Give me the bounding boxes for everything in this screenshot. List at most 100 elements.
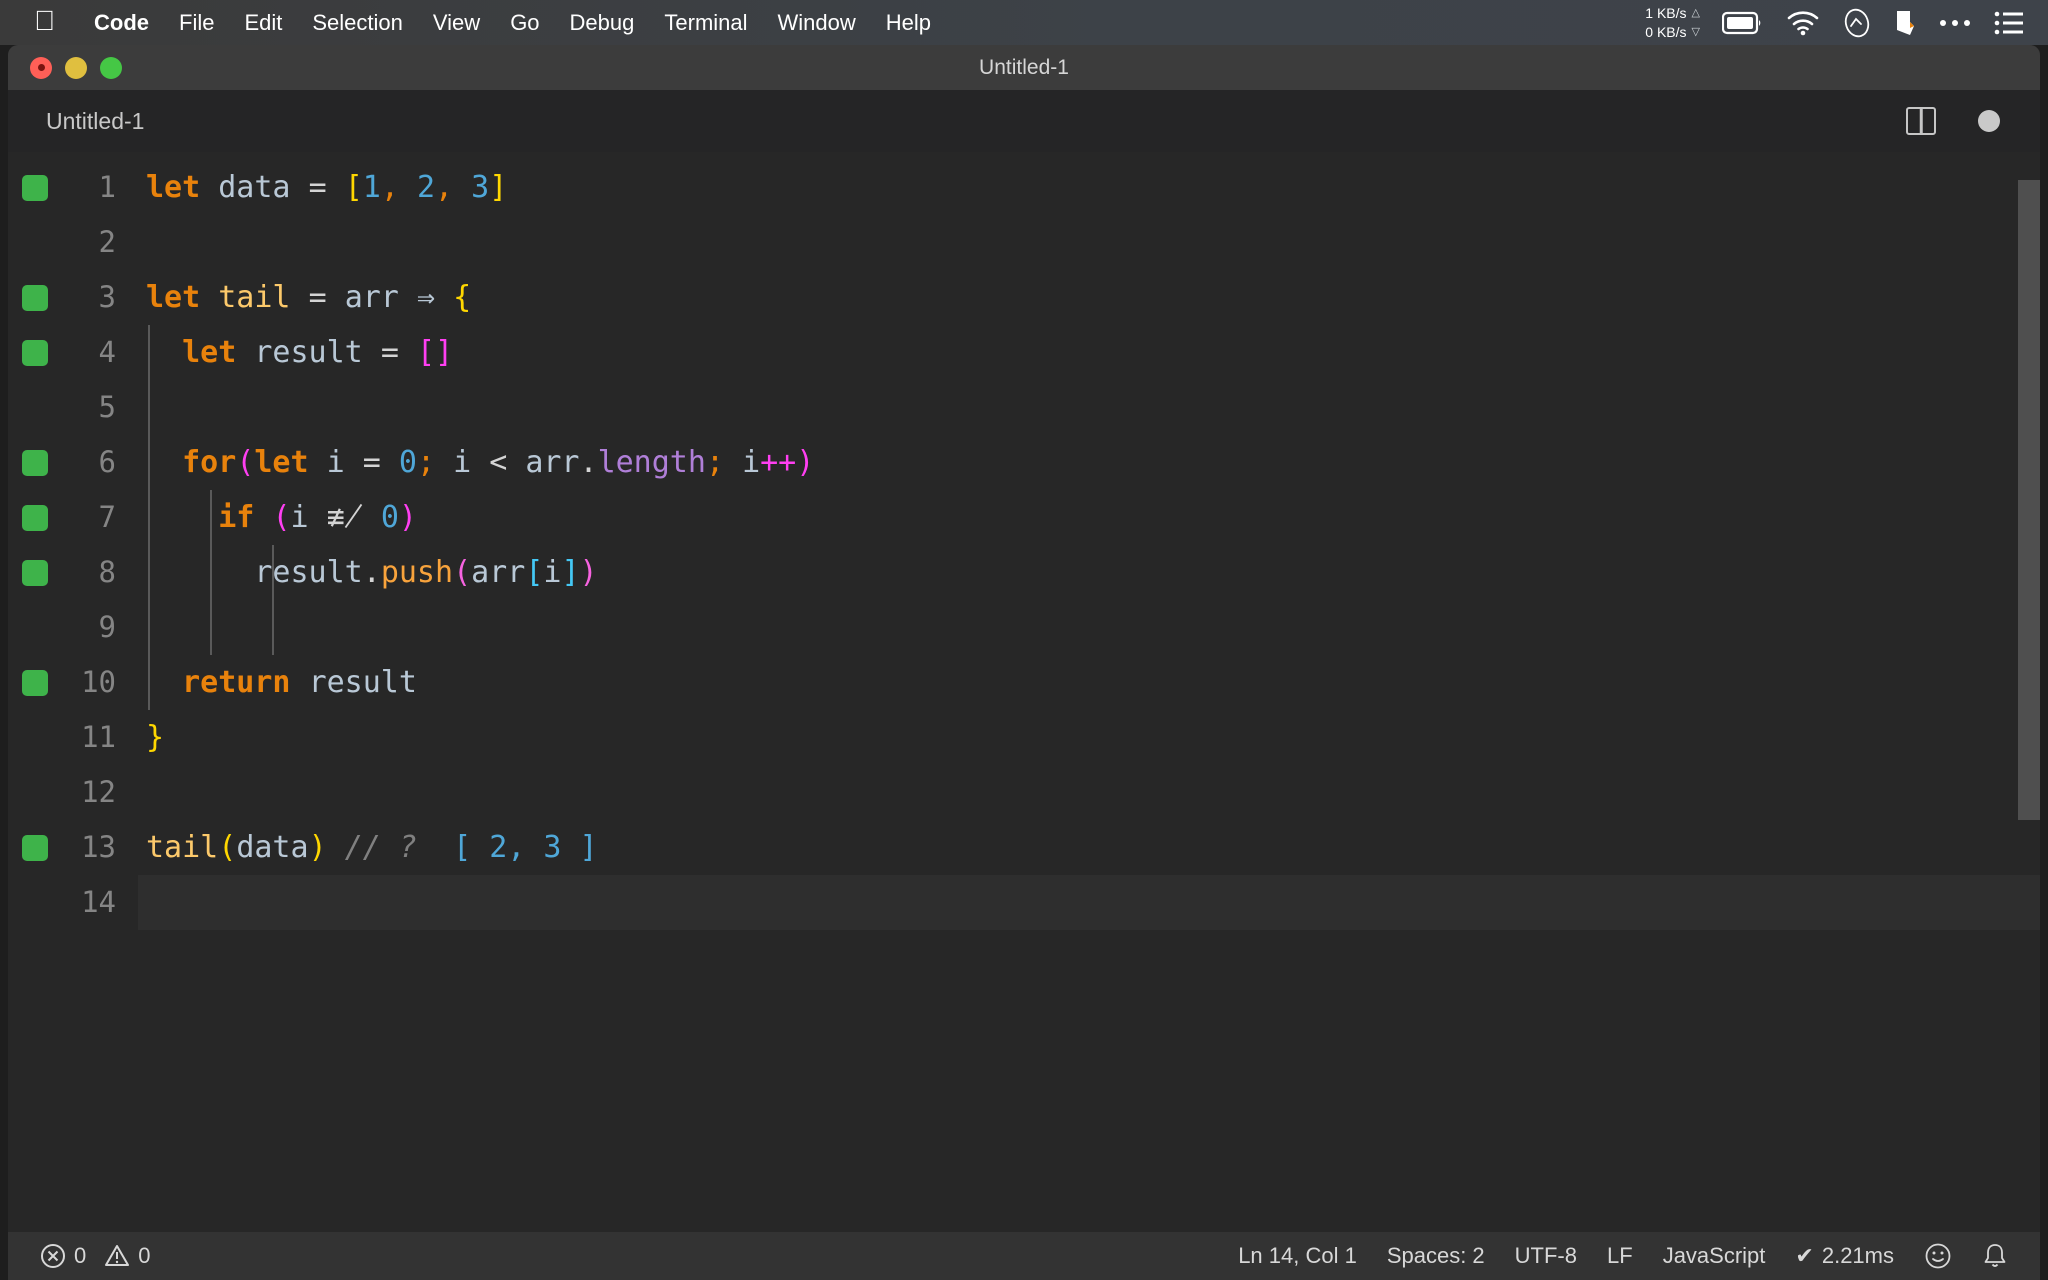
execution-marker-icon[interactable] [22, 284, 48, 311]
unsaved-dot-icon[interactable] [1978, 110, 2000, 132]
maximize-button[interactable] [100, 56, 122, 79]
apple-logo-icon[interactable]:  [34, 6, 55, 39]
control-center-icon[interactable] [1994, 11, 2024, 35]
execution-marker-icon[interactable] [22, 504, 48, 531]
runtime-indicator[interactable]: ✔ 2.21ms [1795, 1243, 1894, 1269]
code-token: ] [561, 555, 580, 590]
menu-item-edit[interactable]: Edit [229, 10, 297, 36]
code-token: 0 [380, 500, 399, 535]
code-line[interactable]: 4 let result = [] [8, 325, 2040, 380]
execution-marker-icon[interactable] [22, 559, 48, 586]
indentation-setting[interactable]: Spaces: 2 [1387, 1243, 1485, 1269]
menu-item-help[interactable]: Help [871, 10, 946, 36]
eol-setting[interactable]: LF [1607, 1243, 1633, 1269]
code-editor[interactable]: 1 let data = [1, 2, 3] 2 3 let tail = arr ⇒ … [8, 152, 2040, 1232]
code-line-content [138, 875, 2040, 930]
code-line[interactable]: 13 tail(data) // ? [ 2, 3 ] [8, 820, 2040, 875]
tab-label: Untitled-1 [46, 107, 145, 134]
runtime-duration: 2.21ms [1821, 1243, 1894, 1268]
code-lines-container: 1 let data = [1, 2, 3] 2 3 let tail = arr ⇒ … [8, 152, 2040, 930]
ellipsis-icon[interactable] [1938, 17, 1972, 29]
indent-guide [148, 380, 150, 435]
code-token: ( [272, 500, 291, 535]
code-token: 0 [398, 445, 417, 480]
code-line[interactable]: 6 for(let i = 0; i < arr.length; i++) [8, 435, 2040, 490]
code-line[interactable]: 9 [8, 600, 2040, 655]
execution-marker-icon[interactable] [22, 669, 48, 696]
menu-item-debug[interactable]: Debug [555, 10, 650, 36]
execution-marker-icon[interactable] [22, 174, 48, 201]
line-number: 12 [81, 775, 116, 809]
editor-scrollbar[interactable] [2018, 152, 2040, 1232]
scrollbar-thumb[interactable] [2018, 180, 2040, 820]
code-token: 3 [471, 170, 490, 205]
code-token: ) [398, 500, 417, 535]
code-line[interactable]: 1 let data = [1, 2, 3] [8, 160, 2040, 215]
code-line[interactable]: 3 let tail = arr ⇒ { [8, 270, 2040, 325]
minimize-button[interactable] [65, 56, 87, 79]
language-mode[interactable]: JavaScript [1663, 1243, 1766, 1269]
menu-item-go[interactable]: Go [495, 10, 554, 36]
menu-item-terminal[interactable]: Terminal [649, 10, 762, 36]
code-line-content [138, 215, 2040, 270]
code-line[interactable]: 12 [8, 765, 2040, 820]
code-line[interactable]: 8 result.push(arr[i]) [8, 545, 2040, 600]
code-line[interactable]: 11} [8, 710, 2040, 765]
dropbox-icon[interactable] [1894, 8, 1916, 38]
siri-icon[interactable] [1842, 8, 1872, 38]
code-token: [ [416, 335, 435, 370]
code-token: ⇒ [416, 280, 435, 315]
code-token: [ [453, 830, 490, 865]
menu-item-file[interactable]: File [164, 10, 229, 36]
battery-icon[interactable] [1722, 11, 1764, 35]
upload-arrow-icon: △ [1691, 6, 1700, 19]
line-number: 14 [81, 885, 116, 919]
indent-guide [210, 600, 212, 655]
execution-marker-icon[interactable] [22, 834, 48, 861]
menu-item-code[interactable]: Code [79, 10, 164, 36]
code-token: , [380, 170, 399, 205]
line-number: 2 [98, 225, 116, 259]
code-tokens: result.push(arr[i]) [146, 545, 597, 600]
tab-untitled-1[interactable]: Untitled-1 [8, 90, 171, 152]
menu-item-selection[interactable]: Selection [297, 10, 418, 36]
encoding-setting[interactable]: UTF-8 [1515, 1243, 1577, 1269]
code-tokens: tail(data) // ? [ 2, 3 ] [146, 820, 598, 875]
code-line[interactable]: 7 if (i ≢̸ 0) [8, 490, 2040, 545]
bell-icon[interactable] [1982, 1242, 2008, 1270]
problems-indicator[interactable]: 0 0 [40, 1243, 151, 1269]
execution-marker-icon[interactable] [22, 449, 48, 476]
code-token: 3 [543, 830, 562, 865]
code-token: result [254, 335, 363, 370]
menubar-status-area: 1 KB/s △ 0 KB/s ▽ [1645, 4, 2048, 42]
code-token: ( [218, 830, 237, 865]
warning-triangle-icon [104, 1243, 130, 1269]
line-number: 5 [98, 390, 116, 424]
execution-marker-icon[interactable] [22, 339, 48, 366]
split-editor-icon[interactable] [1906, 107, 1936, 135]
network-speed-indicator[interactable]: 1 KB/s △ 0 KB/s ▽ [1645, 4, 1700, 42]
code-token: data [218, 170, 291, 205]
code-line[interactable]: 10 return result [8, 655, 2040, 710]
code-line[interactable]: 5 [8, 380, 2040, 435]
code-token: result [308, 665, 417, 700]
smiley-icon[interactable] [1924, 1242, 1952, 1270]
line-number: 9 [98, 610, 116, 644]
menu-item-window[interactable]: Window [763, 10, 871, 36]
menu-item-view[interactable]: View [418, 10, 495, 36]
code-line[interactable]: 14 [8, 875, 2040, 930]
cursor-position[interactable]: Ln 14, Col 1 [1238, 1243, 1357, 1269]
code-token: < [489, 445, 508, 480]
close-button[interactable] [30, 56, 52, 79]
wifi-icon[interactable] [1786, 10, 1820, 36]
code-line[interactable]: 2 [8, 215, 2040, 270]
